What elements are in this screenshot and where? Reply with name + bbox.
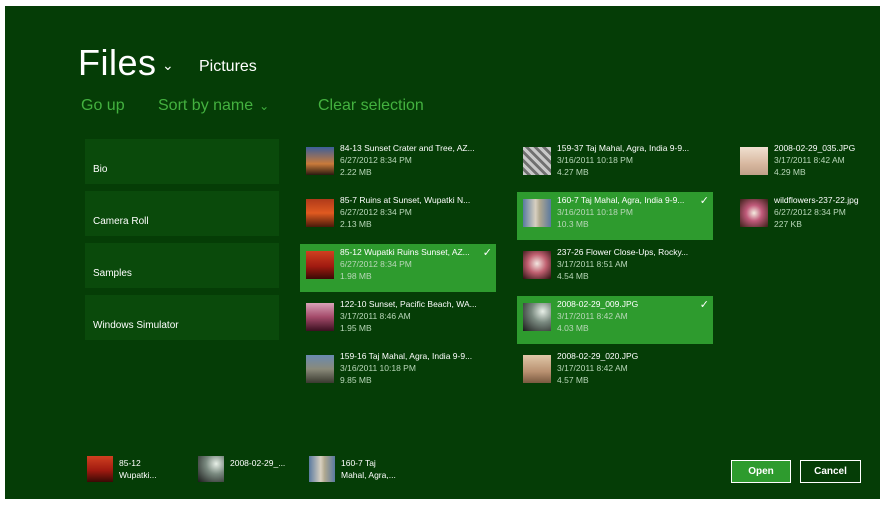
file-tile[interactable]: 85-12 Wupatki Ruins Sunset, AZ... 6/27/2… <box>300 244 496 292</box>
sort-label: Sort by name <box>158 97 254 114</box>
file-size: 4.57 MB <box>557 375 589 385</box>
file-date: 3/17/2011 8:42 AM <box>557 311 628 321</box>
file-name: 85-12 Wupatki Ruins Sunset, AZ... <box>340 247 470 257</box>
basket-label: 160-7 Taj Mahal, Agra,... <box>341 457 396 481</box>
file-tile[interactable]: 2008-02-29_035.JPG 3/17/2011 8:42 AM 4.2… <box>734 140 876 188</box>
file-size: 1.98 MB <box>340 271 372 281</box>
file-thumbnail <box>306 199 334 227</box>
file-date: 6/27/2012 8:34 PM <box>340 259 412 269</box>
file-thumbnail <box>740 147 768 175</box>
file-thumbnail <box>306 355 334 383</box>
file-thumbnail <box>523 251 551 279</box>
basket-item[interactable]: 85-12 Wupatki... <box>87 456 187 490</box>
folder-bio[interactable]: Bio <box>85 139 279 184</box>
file-date: 3/16/2011 10:18 PM <box>557 207 633 217</box>
file-date: 3/16/2011 10:18 PM <box>340 363 416 373</box>
file-size: 1.95 MB <box>340 323 372 333</box>
file-tile[interactable]: 159-37 Taj Mahal, Agra, India 9-9... 3/1… <box>517 140 713 188</box>
file-name: 2008-02-29_009.JPG <box>557 299 639 309</box>
cancel-button[interactable]: Cancel <box>800 460 861 483</box>
file-tile[interactable]: 84-13 Sunset Crater and Tree, AZ... 6/27… <box>300 140 496 188</box>
file-thumbnail <box>523 355 551 383</box>
sort-by-name-button[interactable]: Sort by name ⌄ <box>158 97 269 115</box>
chevron-down-icon: ⌄ <box>259 99 270 113</box>
folder-label: Windows Simulator <box>93 320 179 331</box>
page-title[interactable]: Files <box>78 42 157 84</box>
file-picker: Files ⌄ Pictures Go up Sort by name ⌄ Cle… <box>5 6 880 499</box>
file-name: 160-7 Taj Mahal, Agra, India 9-9... <box>557 195 685 205</box>
file-thumbnail <box>306 303 334 331</box>
open-button[interactable]: Open <box>731 460 791 483</box>
file-thumbnail <box>523 199 551 227</box>
file-date: 6/27/2012 8:34 PM <box>340 207 412 217</box>
file-size: 4.03 MB <box>557 323 589 333</box>
file-name: 237-26 Flower Close-Ups, Rocky... <box>557 247 689 257</box>
file-tile[interactable]: wildflowers-237-22.jpg 6/27/2012 8:34 PM… <box>734 192 876 240</box>
file-tile[interactable]: 2008-02-29_009.JPG 3/17/2011 8:42 AM 4.0… <box>517 296 713 344</box>
file-thumbnail <box>523 303 551 331</box>
file-tile[interactable]: 159-16 Taj Mahal, Agra, India 9-9... 3/1… <box>300 348 496 396</box>
check-icon: ✓ <box>482 247 492 259</box>
file-tile[interactable]: 122-10 Sunset, Pacific Beach, WA... 3/17… <box>300 296 496 344</box>
basket-label-line: Mahal, Agra,... <box>341 470 396 480</box>
basket-thumbnail <box>198 456 224 482</box>
file-size: 227 KB <box>774 219 802 229</box>
file-date: 3/17/2011 8:42 AM <box>557 363 628 373</box>
basket-thumbnail <box>309 456 335 482</box>
file-name: 122-10 Sunset, Pacific Beach, WA... <box>340 299 477 309</box>
file-size: 4.29 MB <box>774 167 806 177</box>
current-location: Pictures <box>199 58 257 75</box>
file-name: 84-13 Sunset Crater and Tree, AZ... <box>340 143 475 153</box>
file-size: 10.3 MB <box>557 219 589 229</box>
file-name: 2008-02-29_035.JPG <box>774 143 856 153</box>
go-up-button[interactable]: Go up <box>81 97 125 115</box>
file-thumbnail <box>523 147 551 175</box>
folder-label: Bio <box>93 164 108 175</box>
basket-label-line: 160-7 Taj <box>341 458 376 468</box>
chevron-down-icon[interactable]: ⌄ <box>162 57 174 74</box>
basket-label-line: 2008-02-29_... <box>230 458 286 468</box>
basket-item[interactable]: 2008-02-29_... <box>198 456 298 490</box>
file-size: 4.27 MB <box>557 167 589 177</box>
file-date: 3/17/2011 8:51 AM <box>557 259 628 269</box>
file-date: 6/27/2012 8:34 PM <box>340 155 412 165</box>
file-thumbnail <box>740 199 768 227</box>
file-date: 3/16/2011 10:18 PM <box>557 155 633 165</box>
file-size: 4.54 MB <box>557 271 589 281</box>
basket-label: 2008-02-29_... <box>230 457 285 469</box>
file-date: 6/27/2012 8:34 PM <box>774 207 846 217</box>
folder-windows-simulator[interactable]: Windows Simulator <box>85 295 279 340</box>
file-tile[interactable]: 2008-02-29_020.JPG 3/17/2011 8:42 AM 4.5… <box>517 348 713 396</box>
file-thumbnail <box>306 147 334 175</box>
file-size: 2.13 MB <box>340 219 372 229</box>
basket-label-line: Wupatki... <box>119 470 157 480</box>
file-tile[interactable]: 237-26 Flower Close-Ups, Rocky... 3/17/2… <box>517 244 713 292</box>
file-name: wildflowers-237-22.jpg <box>774 195 859 205</box>
file-thumbnail <box>306 251 334 279</box>
folder-label: Camera Roll <box>93 216 149 227</box>
file-name: 159-16 Taj Mahal, Agra, India 9-9... <box>340 351 473 361</box>
basket-thumbnail <box>87 456 113 482</box>
clear-selection-button[interactable]: Clear selection <box>318 97 424 115</box>
basket-label-line: 85-12 <box>119 458 141 468</box>
basket-label: 85-12 Wupatki... <box>119 457 157 481</box>
file-size: 2.22 MB <box>340 167 372 177</box>
file-name: 85-7 Ruins at Sunset, Wupatki N... <box>340 195 471 205</box>
folder-camera-roll[interactable]: Camera Roll <box>85 191 279 236</box>
file-name: 2008-02-29_020.JPG <box>557 351 639 361</box>
folder-label: Samples <box>93 268 132 279</box>
check-icon: ✓ <box>699 299 709 311</box>
file-tile[interactable]: 85-7 Ruins at Sunset, Wupatki N... 6/27/… <box>300 192 496 240</box>
basket-item[interactable]: 160-7 Taj Mahal, Agra,... <box>309 456 409 490</box>
file-date: 3/17/2011 8:46 AM <box>340 311 411 321</box>
file-size: 9.85 MB <box>340 375 372 385</box>
file-tile[interactable]: 160-7 Taj Mahal, Agra, India 9-9... 3/16… <box>517 192 713 240</box>
file-date: 3/17/2011 8:42 AM <box>774 155 845 165</box>
file-name: 159-37 Taj Mahal, Agra, India 9-9... <box>557 143 690 153</box>
folder-samples[interactable]: Samples <box>85 243 279 288</box>
check-icon: ✓ <box>699 195 709 207</box>
